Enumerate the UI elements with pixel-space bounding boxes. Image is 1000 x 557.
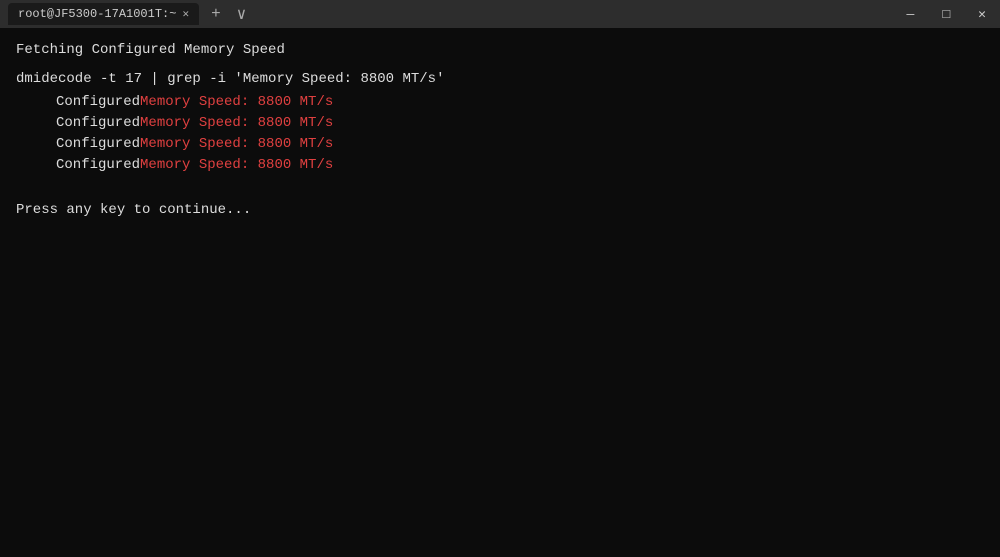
result-label-3: Configured [56, 134, 140, 155]
result-row-1: Configured Memory Speed: 8800 MT/s [56, 92, 984, 113]
result-row-3: Configured Memory Speed: 8800 MT/s [56, 134, 984, 155]
title-bar: root@JF5300-17A1001T:~ ✕ + ∨ — □ ✕ [0, 0, 1000, 28]
tab-dropdown-button[interactable]: ∨ [233, 4, 251, 24]
terminal-tab[interactable]: root@JF5300-17A1001T:~ ✕ [8, 3, 199, 25]
result-value-3: Memory Speed: 8800 MT/s [140, 134, 333, 155]
minimize-button[interactable]: — [901, 5, 921, 24]
new-tab-button[interactable]: + [207, 5, 225, 23]
result-label-4: Configured [56, 155, 140, 176]
terminal-cmd-line: dmidecode -t 17 | grep -i 'Memory Speed:… [16, 69, 984, 90]
result-value-1: Memory Speed: 8800 MT/s [140, 92, 333, 113]
tab-label: root@JF5300-17A1001T:~ [18, 7, 176, 21]
terminal-line-1: Fetching Configured Memory Speed [16, 40, 984, 61]
maximize-button[interactable]: □ [936, 5, 956, 24]
terminal-body[interactable]: Fetching Configured Memory Speed dmideco… [0, 28, 1000, 557]
result-label-2: Configured [56, 113, 140, 134]
window-controls: — □ ✕ [901, 5, 992, 24]
title-bar-left: root@JF5300-17A1001T:~ ✕ + ∨ [8, 3, 250, 25]
result-row-4: Configured Memory Speed: 8800 MT/s [56, 155, 984, 176]
result-value-4: Memory Speed: 8800 MT/s [140, 155, 333, 176]
result-row-2: Configured Memory Speed: 8800 MT/s [56, 113, 984, 134]
press-any-key-line: Press any key to continue... [16, 200, 984, 221]
tab-close-button[interactable]: ✕ [182, 7, 189, 21]
result-value-2: Memory Speed: 8800 MT/s [140, 113, 333, 134]
window-close-button[interactable]: ✕ [972, 5, 992, 24]
result-label-1: Configured [56, 92, 140, 113]
